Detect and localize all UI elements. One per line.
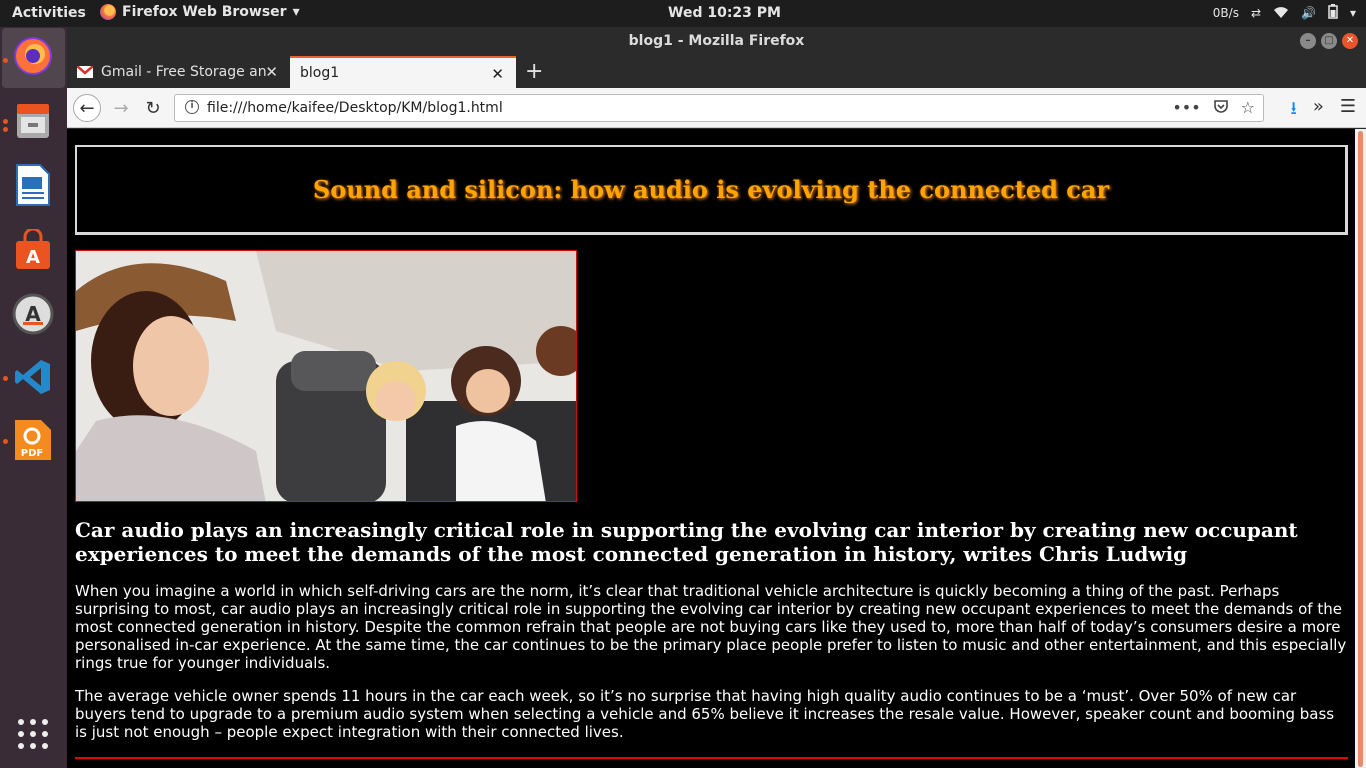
tab-bar: Gmail - Free Storage and ✕ blog1 ✕ + [67, 56, 1366, 88]
app-menu[interactable]: Firefox Web Browser ▾ [100, 4, 300, 20]
url-bar[interactable]: i file:///home/kaifee/Desktop/KM/blog1.h… [174, 94, 1264, 122]
page-actions-icon[interactable]: ••• [1172, 98, 1200, 118]
net-speed: 0B/s [1212, 6, 1239, 20]
dock: A A PDF [0, 27, 67, 768]
downloads-icon[interactable]: ⭳ [1291, 96, 1297, 126]
dock-software-updater[interactable]: A [10, 291, 56, 337]
clock[interactable]: Wed 10:23 PM [668, 5, 781, 21]
scrollbar-thumb[interactable] [1358, 131, 1363, 767]
article-paragraph: The average vehicle owner spends 11 hour… [75, 687, 1335, 741]
minimize-button[interactable]: – [1300, 33, 1316, 49]
svg-text:PDF: PDF [21, 448, 43, 459]
running-indicator [3, 119, 8, 124]
firefox-icon [14, 37, 52, 75]
running-indicator [3, 58, 8, 63]
window-title: blog1 - Mozilla Firefox [628, 33, 805, 49]
back-button[interactable]: ← [73, 94, 101, 122]
close-tab-icon[interactable]: ✕ [491, 65, 504, 83]
running-indicator [3, 439, 8, 444]
running-indicator [3, 376, 8, 381]
gmail-icon [77, 66, 93, 78]
updater-icon: A [12, 293, 54, 335]
file-cabinet-icon [17, 104, 49, 138]
system-top-bar: Activities Firefox Web Browser ▾ Wed 10:… [0, 0, 1366, 27]
dock-pdf-editor[interactable]: PDF [10, 417, 56, 463]
article-photo [75, 250, 577, 502]
chevron-down-icon: ▾ [1349, 6, 1356, 20]
show-applications-icon[interactable] [18, 719, 48, 749]
volume-icon: 🔊 [1301, 6, 1316, 20]
document-icon [16, 164, 50, 206]
close-window-button[interactable]: ✕ [1342, 33, 1358, 49]
battery-icon [1328, 4, 1338, 22]
app-menu-label: Firefox Web Browser [122, 4, 287, 20]
dock-vscode[interactable] [10, 354, 56, 400]
car-passengers-image [76, 251, 576, 501]
transfer-icon: ⇄ [1250, 6, 1262, 20]
activities-button[interactable]: Activities [12, 5, 86, 21]
system-tray[interactable]: 0B/s ⇄ 🔊 ▾ [1213, 4, 1356, 22]
vscode-icon [15, 360, 50, 394]
close-tab-icon[interactable]: ✕ [265, 63, 278, 81]
shopping-bag-icon: A [16, 229, 50, 269]
new-tab-button[interactable]: + [525, 59, 543, 84]
title-banner: Sound and silicon: how audio is evolving… [75, 145, 1348, 235]
reload-button[interactable]: ↻ [139, 94, 167, 122]
dock-files[interactable] [10, 97, 56, 143]
maximize-button[interactable]: □ [1321, 33, 1337, 49]
dock-firefox[interactable] [10, 33, 56, 79]
article-lede: Car audio plays an increasingly critical… [75, 518, 1298, 566]
firefox-icon [100, 4, 116, 20]
dock-libreoffice-writer[interactable] [10, 162, 56, 208]
section-divider [75, 757, 1348, 759]
hamburger-menu-icon[interactable]: ☰ [1340, 96, 1356, 126]
running-indicator [3, 127, 8, 132]
forward-button[interactable]: → [107, 94, 135, 122]
pocket-icon[interactable] [1213, 98, 1229, 118]
bookmark-star-icon[interactable]: ☆ [1241, 98, 1255, 118]
window-titlebar: blog1 - Mozilla Firefox – □ ✕ [67, 27, 1366, 56]
tab-blog1[interactable]: blog1 ✕ [290, 56, 516, 88]
tab-label: blog1 [300, 65, 340, 81]
navigation-bar: ← → ↻ i file:///home/kaifee/Desktop/KM/b… [67, 88, 1366, 128]
url-text[interactable]: file:///home/kaifee/Desktop/KM/blog1.htm… [207, 100, 503, 116]
article-paragraph: When you imagine a world in which self-d… [75, 582, 1347, 672]
chevron-down-icon: ▾ [292, 4, 300, 20]
overflow-chevron-icon[interactable]: » [1313, 96, 1324, 126]
tab-gmail[interactable]: Gmail - Free Storage and ✕ [67, 56, 290, 88]
page-title: Sound and silicon: how audio is evolving… [312, 175, 1110, 204]
dock-software-center[interactable]: A [10, 227, 56, 273]
tab-label: Gmail - Free Storage and [101, 64, 266, 80]
info-icon[interactable]: i [185, 100, 199, 114]
svg-text:A: A [26, 247, 40, 268]
page-scrollbar[interactable] [1355, 129, 1366, 768]
wifi-icon [1273, 5, 1289, 22]
pdf-icon: PDF [15, 420, 51, 460]
page-viewport: Sound and silicon: how audio is evolving… [67, 129, 1355, 768]
